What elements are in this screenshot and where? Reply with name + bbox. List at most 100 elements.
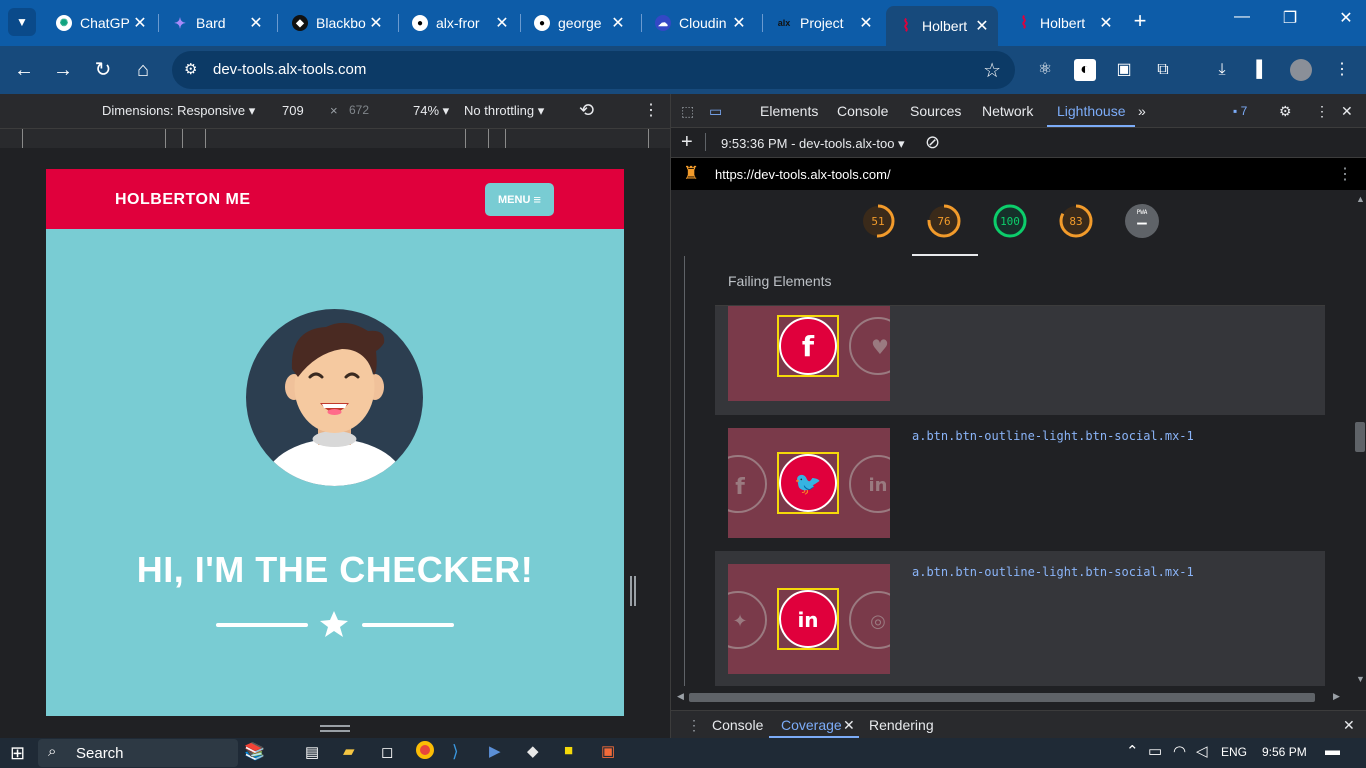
tab-console[interactable]: Console (837, 103, 888, 119)
wifi-icon[interactable]: ◠ (1173, 742, 1186, 760)
bookmark-star-icon[interactable]: ☆ (983, 58, 1001, 83)
address-bar[interactable]: ⚙ dev-tools.alx-tools.com ☆ (172, 51, 1015, 89)
close-icon[interactable]: ✕ (366, 13, 386, 33)
language-indicator[interactable]: ENG (1221, 745, 1247, 759)
failing-row[interactable]: f 🐦 in a.btn.btn-outline-light.btn-socia… (715, 415, 1325, 551)
horizontal-scrollbar[interactable]: ◀ ▶ (677, 690, 1343, 704)
site-brand[interactable]: HOLBERTON ME (115, 191, 250, 209)
git-icon[interactable]: ◆ (527, 742, 539, 760)
tab-bard[interactable]: ✦ Bard ✕ (160, 6, 272, 40)
close-icon[interactable]: ✕ (130, 13, 150, 33)
drawer-tab-coverage[interactable]: Coverage (781, 717, 842, 733)
new-tab-button[interactable]: + (1128, 10, 1152, 34)
devtools-close-icon[interactable]: ✕ (1341, 103, 1353, 120)
react-devtools-icon[interactable]: ⚛ (1034, 59, 1056, 81)
file-explorer-icon[interactable]: ▰ (343, 742, 355, 760)
sticky-notes-icon[interactable]: ■ (564, 742, 573, 759)
site-info-icon[interactable]: ⚙ (184, 60, 197, 78)
chrome-icon[interactable] (416, 741, 434, 759)
vscode-icon[interactable]: ⟩ (452, 742, 459, 762)
resize-handle-bottom[interactable] (320, 725, 350, 733)
dimensions-select[interactable]: Dimensions: Responsive ▾ (102, 103, 255, 119)
app-orange-icon[interactable]: ▣ (601, 742, 615, 760)
failing-row[interactable]: ✦ in ◎ a.btn.btn-outline-light.btn-socia… (715, 551, 1325, 686)
device-options-icon[interactable]: ⋮ (643, 100, 659, 120)
menu-button[interactable]: MENU ≡ (485, 183, 554, 216)
new-report-icon[interactable]: + (681, 131, 693, 154)
minimize-button[interactable]: — (1222, 8, 1262, 26)
close-icon[interactable]: ✕ (1096, 13, 1116, 33)
clock[interactable]: 9:56 PM (1262, 745, 1307, 759)
tab-lighthouse[interactable]: Lighthouse (1057, 103, 1126, 119)
more-menu-icon[interactable]: ⋮ (1331, 59, 1353, 81)
report-select[interactable]: 9:53:36 PM - dev-tools.alx-too ▾ (721, 136, 905, 152)
close-icon[interactable]: ✕ (492, 13, 512, 33)
battery-icon[interactable]: ▭ (1148, 742, 1162, 760)
element-selector[interactable]: a.btn.btn-outline-light.btn-social.mx-1 (912, 429, 1194, 443)
task-view-icon[interactable]: ▤ (305, 743, 319, 761)
profile-avatar[interactable] (1290, 59, 1312, 81)
clear-icon[interactable]: ⊘ (925, 132, 940, 153)
failing-row[interactable]: f ♥ (715, 306, 1325, 415)
back-button[interactable]: ← (10, 56, 38, 84)
devtools-menu-icon[interactable]: ⋮ (1315, 103, 1329, 120)
audited-url[interactable]: https://dev-tools.alx-tools.com/ (715, 167, 891, 182)
drawer-menu-icon[interactable]: ⋮ (687, 717, 701, 734)
close-icon[interactable]: ✕ (843, 717, 855, 734)
volume-muted-icon[interactable]: ◁ (1196, 742, 1208, 760)
throttling-select[interactable]: No throttling ▾ (464, 103, 544, 119)
extension-icon[interactable]: ◐ (1074, 59, 1096, 81)
tab-blackbox[interactable]: ◆ Blackbo ✕ (280, 6, 392, 40)
forward-button[interactable]: → (49, 56, 77, 84)
drawer-tab-rendering[interactable]: Rendering (869, 717, 934, 733)
home-button[interactable]: ⌂ (129, 56, 157, 84)
reload-button[interactable]: ↻ (89, 56, 117, 84)
drawer-close-icon[interactable]: ✕ (1343, 717, 1355, 734)
close-icon[interactable]: ✕ (972, 16, 992, 36)
width-input[interactable]: 709 (282, 103, 304, 118)
windows-start-icon[interactable]: ⊞ (10, 743, 25, 764)
close-icon[interactable]: ✕ (246, 13, 266, 33)
tab-alx-front[interactable]: ● alx-fror ✕ (400, 6, 518, 40)
drawer-tab-console[interactable]: Console (712, 717, 763, 733)
maximize-button[interactable]: ❐ (1270, 8, 1310, 28)
close-icon[interactable]: ✕ (856, 13, 876, 33)
download-icon[interactable]: ⤓ (1211, 59, 1233, 81)
close-icon[interactable]: ✕ (608, 13, 628, 33)
report-menu-icon[interactable]: ⋮ (1337, 164, 1353, 184)
tab-george[interactable]: ● george ✕ (522, 6, 634, 40)
taskbar-search[interactable]: ⌕ Search (38, 739, 238, 767)
close-icon[interactable]: ✕ (729, 13, 749, 33)
tab-holberton-active[interactable]: ⌇ Holbert ✕ (886, 6, 998, 46)
extensions-puzzle-icon[interactable]: ⧉ (1152, 59, 1174, 81)
device-toggle-icon[interactable]: ▭ (709, 103, 722, 120)
vertical-scrollbar[interactable]: ▲ ▼ (1353, 194, 1366, 688)
notifications-icon[interactable]: ▬ (1325, 742, 1340, 759)
element-selector[interactable]: a.btn.btn-outline-light.btn-social.mx-1 (912, 565, 1194, 579)
tray-chevron-icon[interactable]: ⌃ (1126, 742, 1139, 760)
tab-network[interactable]: Network (982, 103, 1033, 119)
issues-badge[interactable]: ▪ 7 (1233, 104, 1247, 118)
tab-elements[interactable]: Elements (760, 103, 818, 119)
tab-holberton[interactable]: ⌇ Holbert ✕ (1004, 6, 1122, 40)
zoom-select[interactable]: 74% ▾ (413, 103, 449, 119)
inspect-element-icon[interactable]: ⬚ (681, 103, 694, 120)
settings-gear-icon[interactable]: ⚙ (1279, 103, 1292, 120)
tab-cloudinary[interactable]: ☁ Cloudin ✕ (643, 6, 755, 40)
url-text[interactable]: dev-tools.alx-tools.com (213, 61, 366, 78)
app-icon[interactable]: ◻ (381, 743, 393, 761)
window-close-button[interactable]: ✕ (1326, 8, 1366, 28)
side-panel-icon[interactable]: ▌ (1251, 59, 1273, 81)
tab-title: Cloudin (679, 15, 727, 31)
resize-handle-right[interactable] (630, 576, 636, 606)
more-tabs-icon[interactable]: » (1138, 103, 1146, 119)
tab-project[interactable]: alx Project ✕ (764, 6, 882, 40)
height-input[interactable]: 672 (349, 103, 369, 117)
tab-search-button[interactable]: ▼ (8, 8, 36, 36)
tab-sources[interactable]: Sources (910, 103, 961, 119)
extension-docs-icon[interactable]: ▣ (1113, 59, 1135, 81)
tab-chatgpt[interactable]: ✺ ChatGP ✕ (44, 6, 156, 40)
books-icon: 📚 (244, 742, 266, 761)
rotate-icon[interactable]: ⟲ (579, 100, 594, 121)
terminal-icon[interactable]: ▶ (489, 742, 501, 760)
